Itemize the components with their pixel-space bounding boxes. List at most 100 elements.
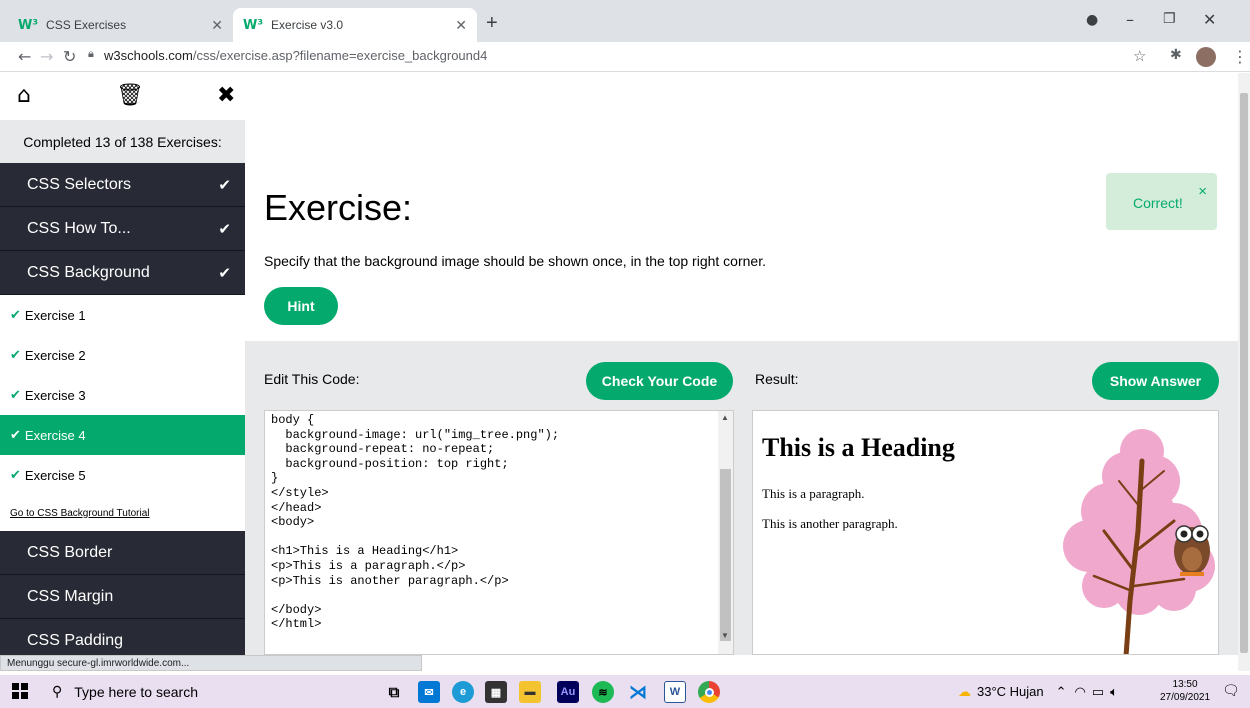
check-icon: ✔ <box>10 387 21 402</box>
sidebar-exercise-2[interactable]: ✔ Exercise 2 <box>0 335 245 375</box>
tab-close-icon[interactable]: ✕ <box>455 17 467 34</box>
task-view-icon[interactable]: ⧉ <box>383 681 405 703</box>
show-answer-button[interactable]: Show Answer <box>1092 362 1219 400</box>
code-text[interactable]: body { background-image: url("img_tree.p… <box>271 413 559 632</box>
adobe-audition-icon[interactable]: Au <box>557 681 579 703</box>
tab-exercise-v3[interactable]: W³ Exercise v3.0 ✕ <box>233 8 477 42</box>
sidebar-category-label: CSS Selectors <box>27 175 132 193</box>
check-icon: ✔ <box>10 307 21 322</box>
sidebar-toolbar: ⌂ 🗑︎ ✖ <box>0 73 245 120</box>
mail-icon[interactable]: ✉ <box>418 681 440 703</box>
code-editor[interactable]: body { background-image: url("img_tree.p… <box>264 410 734 655</box>
sidebar-category-css-padding[interactable]: CSS Padding <box>0 619 245 655</box>
sidebar-category-css-selectors[interactable]: CSS Selectors ✔ <box>0 163 245 207</box>
home-icon[interactable]: ⌂ <box>17 83 31 108</box>
check-icon: ✔ <box>10 427 21 442</box>
w3schools-favicon-icon: W³ <box>243 17 264 33</box>
taskbar-search-box[interactable]: ⚲ Type here to search <box>48 675 362 708</box>
close-sidebar-icon[interactable]: ✖ <box>217 83 235 108</box>
exercise-label: Exercise 1 <box>24 307 86 323</box>
file-explorer-icon[interactable]: ▬ <box>519 681 541 703</box>
word-icon[interactable]: W <box>664 681 686 703</box>
battery-icon[interactable]: ▭ <box>1092 684 1104 700</box>
result-paragraph-2: This is another paragraph. <box>762 516 898 531</box>
correct-feedback-box: Correct! × <box>1106 173 1217 230</box>
scroll-down-arrow-icon[interactable]: ▼ <box>721 631 729 640</box>
tutorial-link[interactable]: Go to CSS Background Tutorial <box>0 495 245 531</box>
chrome-icon[interactable] <box>698 681 720 703</box>
w3schools-favicon-icon: W³ <box>18 17 39 33</box>
taskbar-clock[interactable]: 13:50 27/09/2021 <box>1160 678 1210 704</box>
browser-profile-icon[interactable]: ● <box>1086 12 1098 28</box>
exercise-sidebar: ⌂ 🗑︎ ✖ Completed 13 of 138 Exercises: CS… <box>0 73 245 655</box>
editor-scroll-thumb[interactable] <box>720 469 731 641</box>
restore-icon[interactable]: ❐ <box>1163 11 1176 27</box>
main-content: Exercise: Specify that the background im… <box>245 73 1238 655</box>
result-heading: This is a Heading <box>762 433 955 462</box>
check-your-code-button[interactable]: Check Your Code <box>586 362 733 400</box>
new-tab-button[interactable]: + <box>486 12 498 35</box>
sidebar-category-css-border[interactable]: CSS Border <box>0 531 245 575</box>
vscode-icon[interactable]: ⋊ <box>627 681 649 703</box>
profile-avatar[interactable] <box>1196 47 1216 67</box>
browser-toolbar: ← → ↻ 🔒︎ w3schools.com/css/exercise.asp?… <box>0 42 1250 72</box>
extensions-puzzle-icon[interactable]: ✱ <box>1170 47 1182 63</box>
sidebar-exercise-5[interactable]: ✔ Exercise 5 <box>0 455 245 495</box>
sidebar-exercise-4[interactable]: ✔ Exercise 4 <box>0 415 245 455</box>
sidebar-exercise-3[interactable]: ✔ Exercise 3 <box>0 375 245 415</box>
windows-taskbar: ⚲ Type here to search ⧉ ✉ e ▦ ▬ Au ≋ ⋊ W… <box>0 675 1250 708</box>
feedback-close-icon[interactable]: × <box>1198 183 1207 200</box>
sidebar-category-label: CSS Border <box>27 543 113 561</box>
browser-status-bar: Menunggu secure-gl.imrworldwide.com... <box>0 655 422 671</box>
bookmark-star-icon[interactable]: ☆ <box>1133 47 1146 65</box>
browser-menu-icon[interactable]: ⋮ <box>1232 47 1248 66</box>
trash-icon[interactable]: 🗑︎ <box>116 83 144 108</box>
check-icon: ✔ <box>10 467 21 482</box>
exercise-label: Exercise 5 <box>24 467 86 483</box>
store-icon[interactable]: ▦ <box>485 681 507 703</box>
back-arrow-icon[interactable]: ← <box>18 47 31 66</box>
check-icon: ✔ <box>10 347 21 362</box>
exercise-label: Exercise 4 <box>24 427 86 443</box>
result-paragraph-1: This is a paragraph. <box>762 486 865 501</box>
forward-arrow-icon[interactable]: → <box>40 47 53 66</box>
sidebar-category-label: CSS Margin <box>27 587 114 605</box>
scroll-up-arrow-icon[interactable]: ▲ <box>721 413 729 422</box>
sidebar-category-css-background[interactable]: CSS Background ✔ <box>0 251 245 295</box>
sidebar-category-css-margin[interactable]: CSS Margin <box>0 575 245 619</box>
windows-start-icon[interactable] <box>12 683 28 699</box>
checkmark-icon: ✔ <box>218 176 231 194</box>
search-icon: ⚲ <box>52 683 63 700</box>
feedback-text: Correct! <box>1133 195 1183 211</box>
sidebar-category-css-how-to[interactable]: CSS How To... ✔ <box>0 207 245 251</box>
weather-text[interactable]: 33°C Hujan <box>977 684 1044 699</box>
page-scrollbar[interactable] <box>1238 73 1250 671</box>
editor-scrollbar[interactable]: ▲ ▼ <box>718 411 733 654</box>
close-window-icon[interactable]: ✕ <box>1203 10 1216 29</box>
hint-button[interactable]: Hint <box>264 287 338 325</box>
sidebar-exercise-1[interactable]: ✔ Exercise 1 <box>0 295 245 335</box>
edge-icon[interactable]: e <box>452 681 474 703</box>
tab-css-exercises[interactable]: W³ CSS Exercises ✕ <box>8 8 233 42</box>
clock-date: 27/09/2021 <box>1160 692 1211 703</box>
result-frame: This is a Heading This is a paragraph. T… <box>752 410 1219 655</box>
search-placeholder: Type here to search <box>74 683 199 700</box>
tray-chevron-up-icon[interactable]: ⌃ <box>1056 684 1067 700</box>
code-workarea: Edit This Code: Check Your Code Result: … <box>245 341 1238 655</box>
checkmark-icon: ✔ <box>218 220 231 238</box>
volume-icon[interactable]: 🔈︎ <box>1110 684 1118 700</box>
address-bar[interactable]: w3schools.com/css/exercise.asp?filename=… <box>104 48 487 63</box>
wifi-icon[interactable]: ◠ <box>1075 684 1086 700</box>
tab-title: CSS Exercises <box>46 18 127 32</box>
notification-icon[interactable]: 🗨︎ <box>1222 683 1240 699</box>
page-scroll-thumb[interactable] <box>1240 93 1248 653</box>
exercise-label: Exercise 2 <box>24 347 86 363</box>
lock-icon[interactable]: 🔒︎ <box>88 48 94 61</box>
minimize-icon[interactable]: – <box>1126 10 1134 29</box>
spotify-icon[interactable]: ≋ <box>592 681 614 703</box>
exercise-label: Exercise 3 <box>24 387 86 403</box>
exercise-description: Specify that the background image should… <box>264 253 766 269</box>
browser-tab-bar: W³ CSS Exercises ✕ W³ Exercise v3.0 ✕ + … <box>0 0 1250 42</box>
tab-close-icon[interactable]: ✕ <box>211 17 223 34</box>
reload-icon[interactable]: ↻ <box>63 47 76 66</box>
